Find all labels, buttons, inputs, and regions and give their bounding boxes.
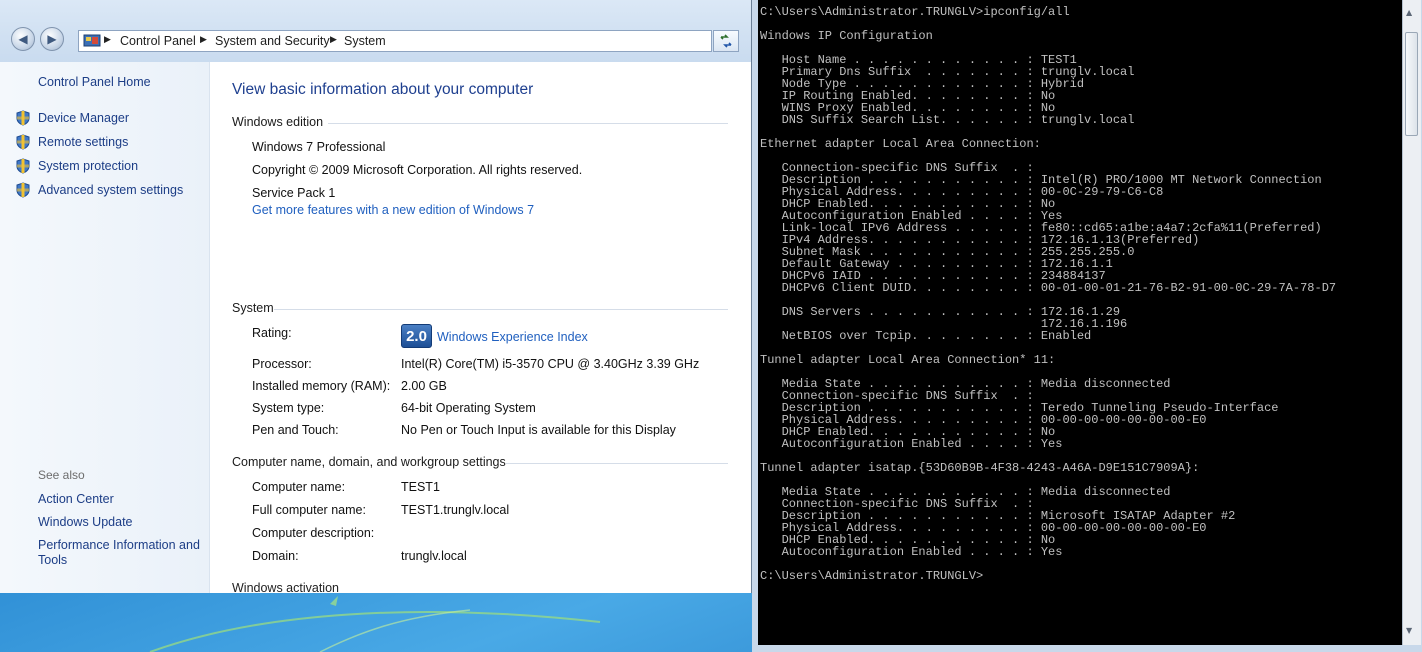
performance-information-link[interactable]: Performance Information and [38,538,200,552]
console-line: Windows IP Configuration [760,29,933,43]
console-line: Tunnel adapter Local Area Connection* 11… [760,353,1056,367]
windows-activation-heading: Windows activation [232,581,339,593]
console-output[interactable]: C:\Users\Administrator.TRUNGLV>ipconfig/… [758,0,1402,645]
console-vertical-scrollbar[interactable]: ▲ ▼ [1402,0,1421,645]
console-line: DNS Suffix Search List. . . . . . : trun… [760,113,1135,127]
breadcrumb-control-panel[interactable]: Control Panel [120,34,196,48]
windows-edition-value: Windows 7 Professional [252,140,386,154]
breadcrumb-system-and-security[interactable]: System and Security [215,34,330,48]
computer-description-label: Computer description: [252,526,375,540]
console-line: DHCPv6 Client DUID. . . . . . . . : 00-0… [760,281,1337,295]
rating-label: Rating: [252,326,292,340]
console-line: C:\Users\Administrator.TRUNGLV>ipconfig/… [760,5,1070,19]
system-type-label: System type: [252,401,325,415]
tasks-pane: Control Panel Home Device Manager Remote… [0,62,210,593]
system-type-value: 64-bit Operating System [401,401,536,415]
page-title: View basic information about your comput… [232,81,534,98]
domain-label: Domain: [252,549,299,563]
system-control-panel-window: ◀ ▶ ▶ Control Panel ▶ System and Securit… [0,0,752,593]
console-line: Autoconfiguration Enabled . . . . : Yes [760,437,1063,451]
remote-settings-link[interactable]: Remote settings [38,135,128,149]
windows-experience-index-link[interactable]: Windows Experience Index [437,330,588,344]
navigation-bar: ◀ ▶ ▶ Control Panel ▶ System and Securit… [0,0,751,63]
console-line: C:\Users\Administrator.TRUNGLV> [760,569,984,583]
see-also-heading: See also [38,468,85,482]
processor-value: Intel(R) Core(TM) i5-3570 CPU @ 3.40GHz … [401,357,700,371]
windows-edition-heading: Windows edition [232,115,324,129]
advanced-system-settings-link[interactable]: Advanced system settings [38,183,183,197]
uac-shield-icon [16,158,30,174]
computer-name-heading: Computer name, domain, and workgroup set… [232,455,506,469]
refresh-button[interactable] [713,30,739,52]
performance-information-link-continued[interactable]: Tools [38,553,67,567]
section-divider [506,463,728,464]
forward-arrow-icon: ▶ [47,32,57,46]
address-bar[interactable]: ▶ Control Panel ▶ System and Security ▶ … [78,30,712,52]
scroll-up-arrow-icon[interactable]: ▲ [1406,8,1412,17]
forward-button[interactable]: ▶ [40,27,64,51]
section-divider [274,309,728,310]
domain-value: trunglv.local [401,549,467,563]
pen-touch-label: Pen and Touch: [252,423,339,437]
breadcrumb-separator-icon[interactable]: ▶ [330,34,337,45]
experience-index-badge[interactable]: 2.0 [401,324,432,348]
breadcrumb-separator-icon[interactable]: ▶ [200,34,207,45]
refresh-icon [720,34,732,48]
console-line: Ethernet adapter Local Area Connection: [760,137,1041,151]
scrollbar-thumb[interactable] [1405,32,1418,136]
scroll-down-arrow-icon[interactable]: ▼ [1406,626,1412,635]
system-info-content: View basic information about your comput… [210,62,751,593]
uac-shield-icon [16,182,30,198]
device-manager-link[interactable]: Device Manager [38,111,129,125]
console-line: Tunnel adapter isatap.{53D60B9B-4F38-424… [760,461,1200,475]
memory-value: 2.00 GB [401,379,447,393]
ipconfig-output-text: C:\Users\Administrator.TRUNGLV>ipconfig/… [760,6,1336,582]
control-panel-icon [83,34,101,47]
console-line: NetBIOS over Tcpip. . . . . . . . : Enab… [760,329,1092,343]
console-line: Autoconfiguration Enabled . . . . : Yes [760,545,1063,559]
copyright-text: Copyright © 2009 Microsoft Corporation. … [252,163,583,177]
section-divider [328,123,728,124]
wallpaper-swoosh [149,596,601,652]
breadcrumb-separator-icon[interactable]: ▶ [104,34,111,45]
back-button[interactable]: ◀ [11,27,35,51]
computer-name-value: TEST1 [401,480,440,494]
memory-label: Installed memory (RAM): [252,379,391,393]
full-computer-name-label: Full computer name: [252,503,366,517]
windows-update-link[interactable]: Windows Update [38,515,133,529]
back-arrow-icon: ◀ [18,32,28,46]
action-center-link[interactable]: Action Center [38,492,114,506]
full-computer-name-value: TEST1.trunglv.local [401,503,510,517]
computer-name-label: Computer name: [252,480,346,494]
uac-shield-icon [16,110,30,126]
processor-label: Processor: [252,357,312,371]
pen-touch-value: No Pen or Touch Input is available for t… [401,423,676,437]
system-heading: System [232,301,274,315]
control-panel-home-link[interactable]: Control Panel Home [38,75,151,89]
breadcrumb-system[interactable]: System [344,34,386,48]
service-pack-text: Service Pack 1 [252,186,336,200]
system-protection-link[interactable]: System protection [38,159,138,173]
command-prompt-window: C:\Users\Administrator.TRUNGLV>ipconfig/… [752,0,1422,652]
upgrade-edition-link[interactable]: Get more features with a new edition of … [252,203,534,217]
uac-shield-icon [16,134,30,150]
